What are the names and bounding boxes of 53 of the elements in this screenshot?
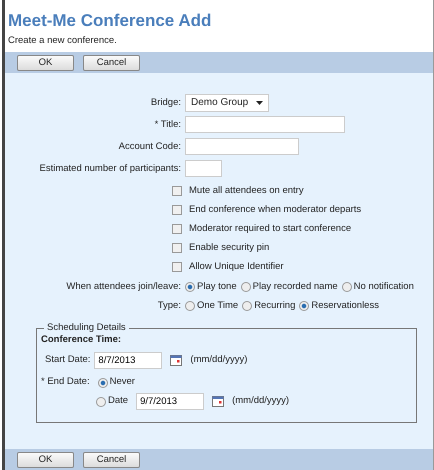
checkbox-label: Allow Unique Identifier	[189, 260, 284, 274]
radio-label: Recurring	[254, 298, 296, 313]
field-label: Type:	[156, 298, 182, 313]
format-hint: (mm/dd/yyyy)	[190, 353, 248, 368]
page-title: Meet-Me Conference Add	[8, 10, 212, 32]
radio-button[interactable]	[185, 300, 195, 311]
input-field[interactable]	[185, 138, 299, 156]
field-label: * End Date:	[41, 375, 90, 390]
date-field[interactable]: 8/7/2013	[94, 352, 162, 369]
field-label: Start Date:	[45, 353, 90, 368]
ok-button[interactable]: OK	[17, 54, 74, 71]
input-field[interactable]	[185, 160, 222, 178]
radio-button[interactable]	[98, 378, 108, 388]
radio-label: Reservationless	[311, 298, 379, 313]
checkbox-label: Mute all attendees on entry	[189, 184, 304, 198]
field-label: * Title:	[154, 118, 182, 132]
bridge-dropdown[interactable]: Demo Group	[185, 94, 270, 112]
radio-label: Never	[110, 375, 135, 390]
checkbox[interactable]	[172, 262, 182, 272]
checkbox[interactable]	[172, 186, 182, 196]
radio-button[interactable]	[242, 300, 252, 311]
radio-button[interactable]	[185, 282, 195, 292]
cancel-button[interactable]: Cancel	[83, 54, 140, 71]
page-subtitle: Create a new conference.	[8, 34, 118, 48]
checkbox[interactable]	[172, 242, 182, 253]
checkbox[interactable]	[172, 204, 182, 215]
checkbox-label: End conference when moderator departs	[189, 202, 362, 217]
field-label: Account Code:	[118, 140, 182, 154]
checkbox-label: Enable security pin	[189, 240, 270, 255]
radio-label: Play tone	[197, 280, 237, 294]
field-label: Estimated number of participants:	[38, 162, 182, 176]
field-label: When attendees join/leave:	[65, 280, 182, 294]
radio-label: Date	[108, 394, 128, 408]
caret-icon	[256, 100, 264, 105]
radio-label: Play recorded name	[252, 280, 338, 294]
group-legend: Scheduling Details	[44, 323, 129, 333]
checkbox-label: Moderator required to start conference	[189, 222, 352, 236]
radio-label: No notification	[354, 280, 414, 294]
checkbox[interactable]	[172, 224, 182, 234]
calendar-icon[interactable]	[212, 396, 224, 407]
cancel-button[interactable]: Cancel	[83, 452, 140, 468]
ok-button[interactable]: OK	[17, 452, 74, 468]
radio-button[interactable]	[299, 300, 310, 311]
format-hint: (mm/dd/yyyy)	[232, 394, 290, 408]
radio-button[interactable]	[342, 282, 352, 292]
radio-button[interactable]	[240, 282, 251, 292]
radio-button[interactable]	[96, 396, 106, 406]
field-label: Bridge:	[150, 96, 182, 110]
calendar-icon[interactable]	[170, 355, 182, 366]
radio-label: One Time	[197, 298, 238, 313]
date-field[interactable]: 9/7/2013	[136, 393, 204, 410]
section-heading: Conference Time:	[41, 332, 122, 347]
input-field[interactable]	[185, 116, 345, 134]
